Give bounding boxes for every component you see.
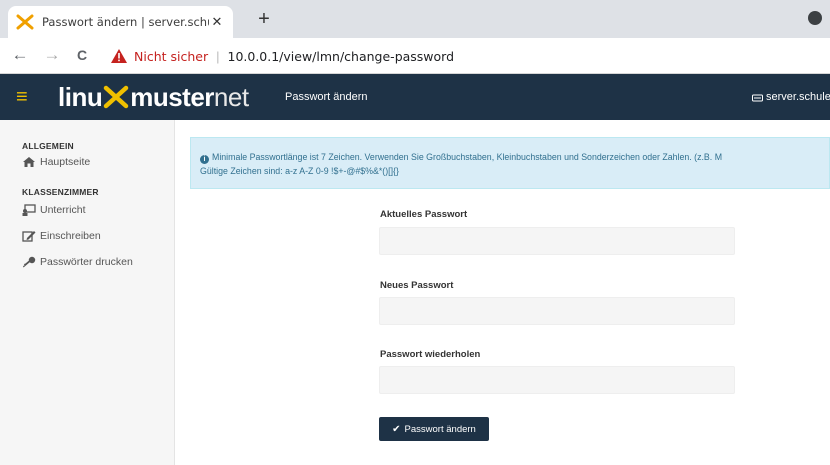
- sidebar-section-klassenzimmer: KLASSENZIMMER: [22, 187, 99, 197]
- info-text-1: Minimale Passwortlänge ist 7 Zeichen. Ve…: [212, 152, 723, 162]
- url-separator: |: [216, 48, 220, 64]
- browser-navbar: ← → C Nicht sicher | 10.0.0.1/view/lmn/c…: [0, 38, 830, 74]
- password-policy-info: i Minimale Passwortlänge ist 7 Zeichen. V…: [190, 137, 830, 189]
- linuxmuster-logo[interactable]: linu muster net: [58, 82, 249, 112]
- browser-tab-strip: Passwort ändern | server.schule.lo ✕ +: [0, 0, 830, 38]
- browser-tab[interactable]: Passwort ändern | server.schule.lo ✕: [8, 6, 233, 38]
- sidebar-item-einschreiben[interactable]: Einschreiben: [0, 223, 174, 249]
- logo-x-icon: [103, 85, 129, 109]
- back-button[interactable]: ←: [10, 45, 30, 65]
- logo-text-linu: linu: [58, 81, 103, 112]
- server-label: server.schule: [766, 91, 830, 103]
- sidebar-item-label: Einschreiben: [40, 230, 101, 242]
- sidebar: ALLGEMEIN Hauptseite KLASSENZIMMER Unter…: [0, 120, 175, 465]
- change-password-button[interactable]: ✔ Passwort ändern: [379, 417, 489, 441]
- sidebar-item-label: Unterricht: [40, 204, 86, 216]
- sidebar-item-passwoerter-drucken[interactable]: Passwörter drucken: [0, 249, 174, 275]
- reload-button[interactable]: C: [72, 45, 92, 65]
- change-password-button-label: Passwort ändern: [404, 423, 476, 435]
- forward-button[interactable]: →: [42, 45, 62, 65]
- close-tab-icon[interactable]: ✕: [209, 14, 225, 30]
- page-title: Passwort ändern: [285, 91, 368, 103]
- checkmark-icon: ✔: [392, 423, 401, 435]
- new-password-input[interactable]: [379, 297, 735, 325]
- repeat-password-label: Passwort wiederholen: [380, 349, 481, 360]
- tab-title: Passwort ändern | server.schule.lo: [42, 15, 209, 29]
- warning-icon: [111, 49, 127, 63]
- url-text[interactable]: 10.0.0.1/view/lmn/change-password: [228, 49, 455, 64]
- info-line-1: i Minimale Passwortlänge ist 7 Zeichen. V…: [200, 150, 829, 164]
- home-icon: [23, 157, 35, 167]
- logo-text-muster: muster: [130, 81, 214, 112]
- sidebar-item-hauptseite[interactable]: Hauptseite: [0, 151, 174, 173]
- not-secure-label[interactable]: Nicht sicher: [134, 49, 208, 64]
- repeat-password-input[interactable]: [379, 366, 735, 394]
- sidebar-item-label: Passwörter drucken: [40, 256, 133, 268]
- current-password-label: Aktuelles Passwort: [380, 209, 468, 220]
- sidebar-section-allgemein: ALLGEMEIN: [22, 141, 74, 151]
- edit-icon: [22, 231, 36, 242]
- new-password-label: Neues Passwort: [380, 280, 454, 291]
- address-bar[interactable]: Nicht sicher | 10.0.0.1/view/lmn/change-…: [110, 45, 454, 67]
- info-text-2: Gültige Zeichen sind: a-z A-Z 0-9 !$+-@#…: [200, 166, 399, 176]
- classroom-icon: [22, 204, 36, 216]
- logo-text-net: net: [213, 81, 249, 112]
- info-icon: i: [200, 155, 209, 164]
- app-header: ≡ linu muster net Passwort ändern server…: [0, 74, 830, 120]
- server-link[interactable]: server.schule: [752, 91, 830, 103]
- menu-icon[interactable]: ≡: [16, 87, 28, 107]
- sidebar-item-label: Hauptseite: [40, 156, 91, 168]
- current-password-input[interactable]: [379, 227, 735, 255]
- server-icon: [752, 94, 763, 101]
- new-tab-button[interactable]: +: [252, 8, 276, 31]
- key-icon: [23, 256, 36, 268]
- profile-icon[interactable]: [808, 11, 822, 25]
- sidebar-item-unterricht[interactable]: Unterricht: [0, 197, 174, 223]
- linuxmuster-favicon-icon: [16, 14, 34, 30]
